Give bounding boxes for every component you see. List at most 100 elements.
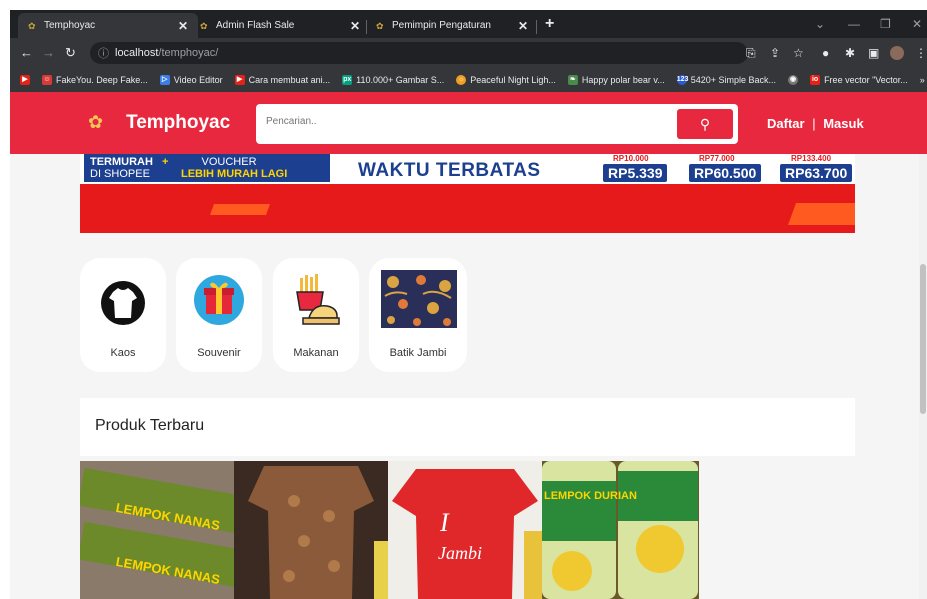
svg-text:I: I (439, 508, 450, 537)
bookmark-label: Free vector "Vector... (824, 75, 908, 85)
tab-admin-flash-sale[interactable]: ✿ Admin Flash Sale ✕ (190, 13, 370, 38)
login-link[interactable]: Masuk (823, 116, 863, 131)
category-label: Makanan (293, 347, 339, 359)
bookmark-item[interactable]: ☼ Peaceful Night Ligh... (456, 75, 556, 85)
product-card[interactable]: LEMPOK NANAS LEMPOK NANAS (80, 461, 234, 599)
site-favicon-icon: ✿ (200, 20, 208, 31)
old-price: RP77.000 (694, 154, 740, 163)
product-card[interactable] (234, 461, 388, 599)
vector-icon: io (810, 75, 821, 85)
category-souvenir[interactable]: Souvenir (176, 258, 262, 372)
banner-title: WAKTU TERBATAS (358, 160, 541, 181)
brand-name[interactable]: Temphoyac (126, 112, 230, 134)
old-price: RP10.000 (608, 154, 654, 163)
menu-icon[interactable]: ⋮ (915, 46, 927, 60)
auth-links: Daftar | Masuk (767, 116, 864, 131)
tab-pemimpin-pengaturan[interactable]: ✿ Pemimpin Pengaturan ✕ (366, 13, 538, 38)
price-tag: RP63.700 (780, 164, 853, 182)
side-panel-icon[interactable]: ▣ (868, 46, 879, 60)
profile-avatar-icon[interactable] (890, 46, 904, 60)
bookmark-item[interactable]: px 110.000+ Gambar S... (342, 75, 444, 85)
reload-icon[interactable]: ↻ (65, 45, 76, 61)
register-link[interactable]: Daftar (767, 116, 805, 131)
promo-line2: DI SHOPEE (90, 168, 150, 180)
tshirt-icon (101, 281, 145, 325)
globe-icon: ◉ (788, 75, 799, 85)
bookmark-item[interactable]: ▶ Cara membuat ani... (234, 75, 331, 85)
brand-logo-icon[interactable]: ✿ (88, 112, 103, 133)
share-icon[interactable]: ⇪ (770, 46, 780, 60)
minimize-icon[interactable]: — (848, 17, 860, 31)
promo-banner[interactable]: TERMURAH + VOUCHER DI SHOPEE LEBIH MURAH… (80, 154, 855, 233)
bookmark-item[interactable]: ❧ Happy polar bear v... (567, 75, 665, 85)
product-image-text: LEMPOK DURIAN (544, 490, 637, 502)
tab-divider (536, 20, 537, 34)
url-path: /temphoyac/ (158, 47, 219, 59)
food-icon (296, 274, 340, 325)
back-icon[interactable]: ← (20, 45, 33, 60)
product-image-batik-shirt (234, 461, 388, 599)
search-button[interactable]: ⚲ (677, 109, 733, 139)
price-tag: RP60.500 (689, 164, 762, 182)
bookmarks-bar: ▶ ☺ FakeYou. Deep Fake... ▷ Video Editor ▶… (10, 68, 927, 92)
restore-icon[interactable]: ❐ (880, 17, 891, 31)
forward-icon[interactable]: → (42, 45, 55, 60)
bookmark-label: Cara membuat ani... (248, 75, 331, 85)
scrollbar-thumb[interactable] (920, 264, 926, 414)
decorative-stripe (787, 203, 855, 225)
tab-bar: ✿ Temphoyac ✕ ✿ Admin Flash Sale ✕ ✿ Pem… (10, 10, 927, 38)
section-title: Produk Terbaru (95, 417, 205, 434)
url-host: localhost (115, 47, 159, 59)
promo-voucher-badge: TERMURAH + VOUCHER DI SHOPEE LEBIH MURAH… (84, 154, 330, 182)
translate-icon[interactable]: ⎘ (746, 46, 756, 61)
bookmark-item[interactable]: ☺ FakeYou. Deep Fake... (42, 75, 148, 85)
auth-separator: | (812, 116, 816, 131)
bookmark-item[interactable]: ◉ (788, 75, 799, 85)
promo-line1: TERMURAH (90, 156, 153, 168)
bookmark-item[interactable]: 123 5420+ Simple Back... (676, 75, 776, 85)
gift-icon (194, 275, 244, 325)
browser-toolbar: ← → ↻ ⓘ localhost /temphoyac/ ⎘ ⇪ ☆ ● ✱ … (10, 38, 927, 68)
product-card[interactable]: LEMPOK DURIAN (542, 461, 699, 599)
bookmark-item[interactable]: io Free vector "Vector... (810, 75, 908, 85)
extension-icon[interactable]: ● (822, 46, 829, 60)
site-favicon-icon: ✿ (28, 20, 36, 31)
search-icon: ⚲ (699, 116, 711, 132)
bookmark-youtube[interactable]: ▶ (20, 75, 30, 85)
window-close-icon[interactable]: ✕ (912, 17, 922, 31)
close-tab-icon[interactable]: ✕ (350, 19, 360, 33)
youtube-icon: ▶ (20, 75, 30, 85)
category-kaos[interactable]: Kaos (80, 258, 166, 372)
more-bookmarks-icon[interactable]: » (920, 75, 927, 85)
page-viewport: TERMURAH + VOUCHER DI SHOPEE LEBIH MURAH… (10, 92, 927, 599)
extensions-puzzle-icon[interactable]: ✱ (845, 46, 855, 60)
page-scrollbar[interactable] (919, 154, 927, 599)
bookmark-star-icon[interactable]: ☆ (793, 46, 804, 60)
product-image-lempok-durian: LEMPOK DURIAN (542, 461, 699, 599)
tab-temphoyac[interactable]: ✿ Temphoyac ✕ (18, 13, 198, 38)
old-price: RP133.400 (786, 154, 837, 163)
product-image-jambi-tshirt: I Jambi (388, 461, 542, 599)
search-input[interactable] (266, 116, 666, 127)
bookmark-item[interactable]: ▷ Video Editor (159, 75, 223, 85)
address-bar[interactable]: ⓘ localhost /temphoyac/ (90, 42, 748, 64)
close-tab-icon[interactable]: ✕ (178, 19, 188, 33)
tab-search-icon[interactable]: ⌄ (815, 17, 825, 31)
tab-label: Admin Flash Sale (216, 20, 295, 31)
bookmark-label: Happy polar bear v... (581, 75, 665, 85)
product-card[interactable]: I Jambi (388, 461, 542, 599)
site-info-icon[interactable]: ⓘ (98, 45, 109, 61)
new-tab-icon[interactable]: + (545, 15, 554, 33)
leaf-icon: ❧ (567, 75, 578, 85)
close-tab-icon[interactable]: ✕ (518, 19, 528, 33)
decorative-stripe (209, 204, 271, 215)
category-label: Kaos (110, 347, 136, 359)
tab-label: Pemimpin Pengaturan (392, 20, 491, 31)
category-makanan[interactable]: Makanan (273, 258, 359, 372)
latest-products-header: Produk Terbaru (80, 398, 855, 456)
category-batik-jambi[interactable]: Batik Jambi (369, 258, 467, 372)
video-editor-icon: ▷ (159, 75, 170, 85)
search-box: ⚲ (256, 104, 738, 144)
voucher-line1: VOUCHER (201, 156, 257, 168)
product-image-text: Jambi (438, 543, 482, 563)
